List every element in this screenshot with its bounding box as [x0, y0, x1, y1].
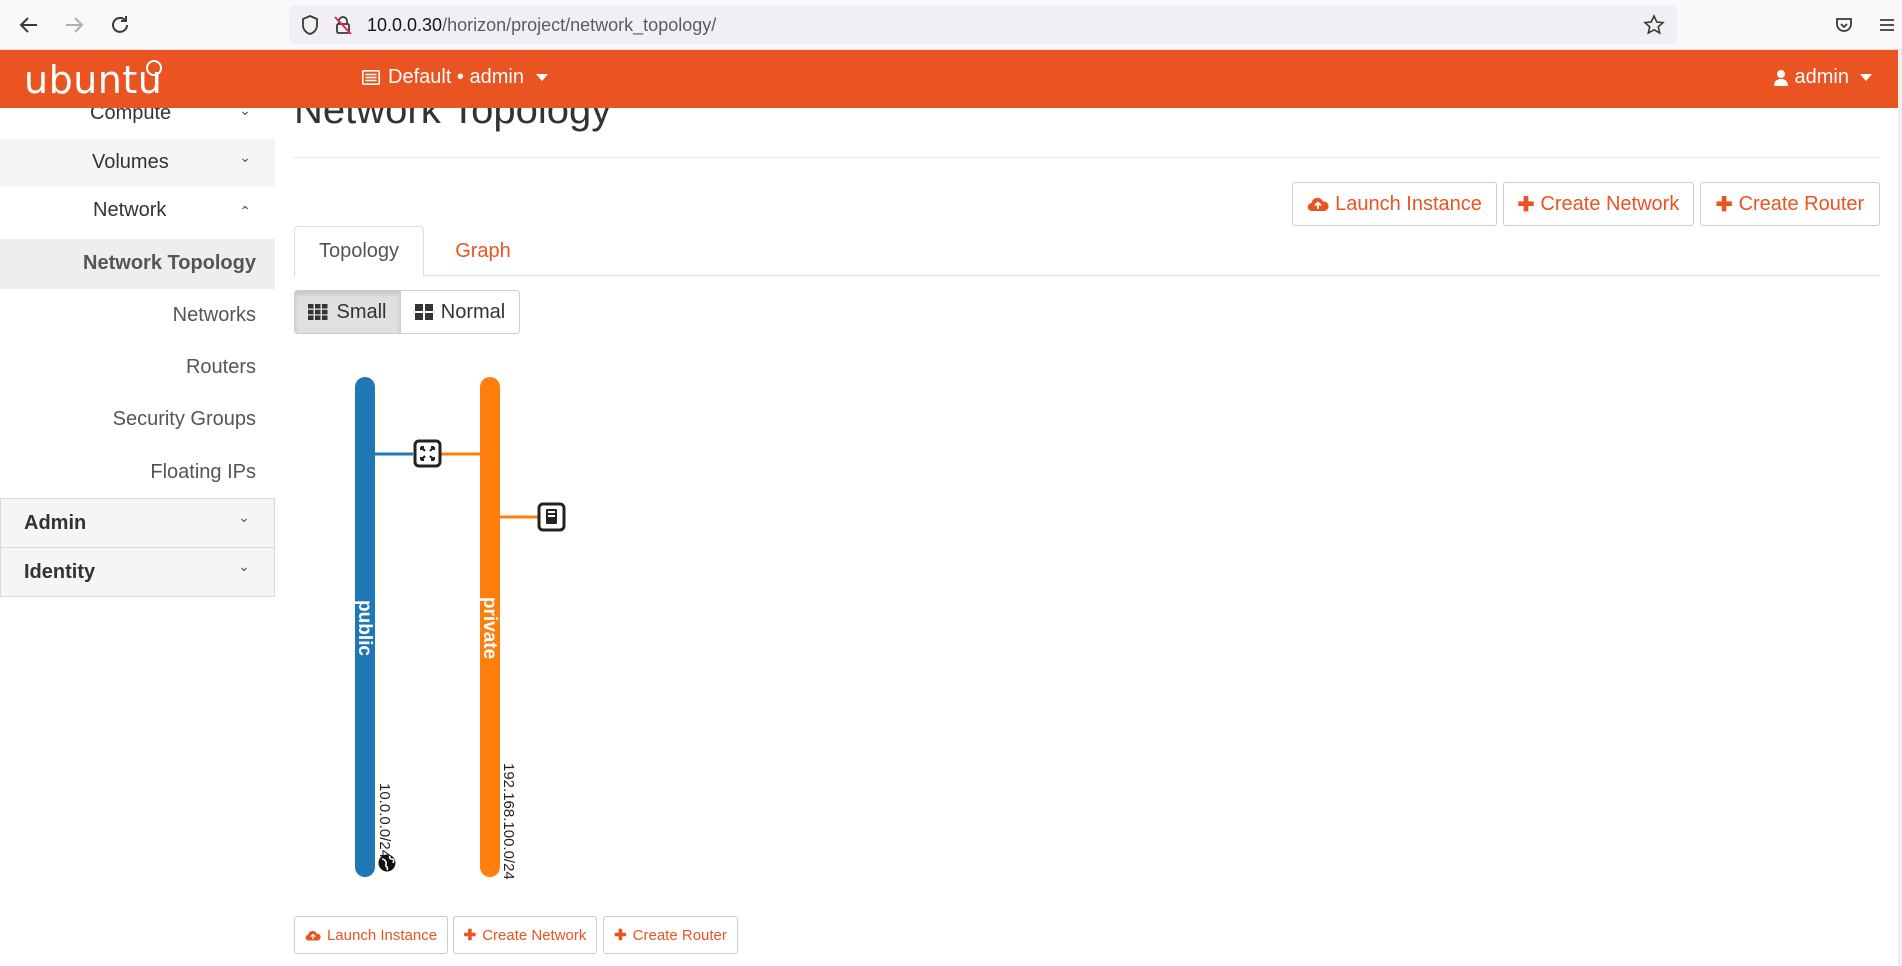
globe-icon: [378, 854, 396, 872]
project-switcher[interactable]: Default • admin: [362, 66, 548, 89]
sidebar-item-label: Network: [93, 199, 167, 221]
address-bar[interactable]: 10.0.0.30/horizon/project/network_topolo…: [289, 5, 1677, 44]
sidebar-item-volumes[interactable]: Volumes ⌄: [0, 139, 275, 187]
sidebar-item-identity[interactable]: Identity ⌄: [0, 547, 275, 597]
chevron-down-icon: ⌄: [238, 558, 250, 574]
chevron-down-icon: ⌄: [239, 149, 251, 165]
sidebar-item-label: Identity: [24, 561, 96, 583]
create-router-label: Create Router: [1738, 192, 1865, 215]
sidebar-item-floating-ips[interactable]: Floating IPs: [0, 448, 275, 498]
launch-instance-button[interactable]: Launch Instance: [1292, 182, 1497, 226]
url-text: 10.0.0.30/horizon/project/network_topolo…: [367, 15, 717, 35]
grid-large-icon: [414, 304, 433, 320]
tab-topology[interactable]: Topology: [294, 226, 424, 277]
sidebar-item-network[interactable]: Network ⌃: [0, 187, 275, 235]
sidebar-item-label: Routers: [185, 356, 256, 378]
launch-instance-label: Launch Instance: [326, 926, 438, 944]
create-network-label: Create Network: [482, 926, 587, 944]
small-view-button[interactable]: Small: [294, 290, 401, 334]
view-tabs: Topology Graph: [294, 226, 1880, 277]
create-network-button[interactable]: ✚ Create Network: [1503, 182, 1694, 226]
top-navbar: ubuntu Default • admin admin: [0, 50, 1898, 108]
network-cidr-public: 10.0.0.0/24: [376, 783, 393, 858]
sidebar-item-security-groups[interactable]: Security Groups: [0, 395, 275, 445]
create-network-button-bottom[interactable]: ✚ Create Network: [453, 916, 597, 954]
caret-down-icon: [1860, 74, 1872, 81]
sidebar-item-networks[interactable]: Networks: [0, 291, 275, 341]
network-topology-canvas: public private 10.0.0.0/24 192.168.100.0…: [354, 377, 566, 880]
chevron-down-icon: ⌄: [238, 509, 250, 525]
plus-icon: ✚: [614, 927, 627, 944]
insecure-lock-icon[interactable]: [332, 14, 354, 36]
shield-icon[interactable]: [299, 14, 321, 36]
caret-down-icon: [535, 74, 548, 81]
network-name-private: private: [479, 597, 500, 659]
user-menu-label: admin: [1794, 66, 1849, 88]
instance-icon[interactable]: [537, 502, 566, 532]
sidebar-item-label: Volumes: [92, 151, 169, 173]
plus-icon: ✚: [1715, 193, 1733, 216]
browser-toolbar: 10.0.0.30/horizon/project/network_topolo…: [0, 0, 1902, 50]
project-switcher-label: Default • admin: [388, 66, 524, 88]
tab-graph[interactable]: Graph: [424, 226, 542, 277]
launch-instance-button-bottom[interactable]: Launch Instance: [294, 916, 448, 954]
cloud-upload-icon: [1307, 197, 1329, 212]
back-icon[interactable]: [16, 12, 42, 38]
network-cidr-private: 192.168.100.0/24: [500, 763, 517, 880]
launch-instance-label: Launch Instance: [1335, 192, 1482, 215]
sidebar-item-label: Admin: [24, 512, 87, 534]
sidebar-item-label: Floating IPs: [150, 461, 256, 483]
chevron-up-icon: ⌃: [239, 203, 251, 219]
router-icon[interactable]: [413, 439, 442, 468]
create-router-label: Create Router: [632, 926, 727, 944]
cloud-upload-icon: [305, 930, 321, 941]
sidebar-item-label: Security Groups: [112, 408, 256, 430]
small-view-label: Small: [336, 300, 387, 323]
user-menu[interactable]: admin: [1773, 66, 1872, 89]
forward-icon[interactable]: [61, 12, 87, 38]
network-name-public: public: [354, 600, 375, 656]
user-icon: [1773, 69, 1788, 86]
create-router-button[interactable]: ✚ Create Router: [1700, 182, 1880, 226]
ubuntu-circle-icon: [146, 60, 162, 76]
plus-icon: ✚: [1517, 193, 1535, 216]
reload-icon[interactable]: [107, 12, 133, 38]
page-scrollbar[interactable]: [1898, 50, 1902, 966]
bookmark-star-icon[interactable]: [1643, 14, 1665, 36]
menu-icon[interactable]: [1874, 12, 1900, 38]
plus-icon: ✚: [463, 927, 477, 944]
sidebar-item-admin[interactable]: Admin ⌄: [0, 498, 275, 548]
sidebar: Compute ⌄ Volumes ⌄ Network ⌃ Network To…: [0, 102, 275, 966]
sidebar-item-label: Network Topology: [83, 252, 256, 274]
list-icon: [362, 70, 380, 85]
sidebar-item-network-topology[interactable]: Network Topology: [0, 239, 275, 289]
normal-view-label: Normal: [440, 300, 506, 323]
brand-logo[interactable]: ubuntu: [24, 58, 162, 102]
normal-view-button[interactable]: Normal: [400, 290, 520, 334]
sidebar-item-routers[interactable]: Routers: [0, 343, 275, 393]
pocket-icon[interactable]: [1831, 12, 1857, 38]
title-divider: [294, 157, 1880, 158]
sidebar-item-label: Networks: [172, 304, 256, 326]
grid-small-icon: [308, 304, 328, 320]
create-network-label: Create Network: [1540, 192, 1680, 215]
create-router-button-bottom[interactable]: ✚ Create Router: [603, 916, 738, 954]
